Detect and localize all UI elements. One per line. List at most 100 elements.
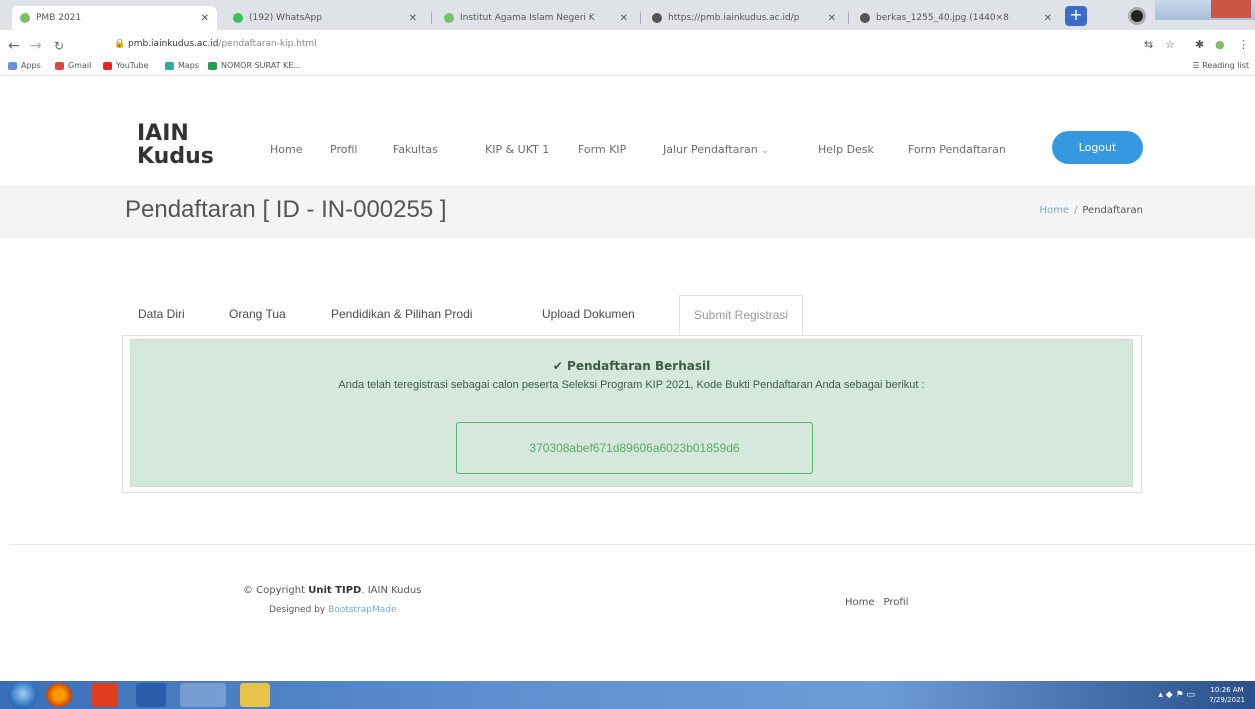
tab-upload-dokumen[interactable]: Upload Dokumen [542,295,635,335]
footer-designed-by: Designed by BootstrapMade [269,605,397,615]
check-icon: ✔ [552,359,563,373]
page-title: Pendaftaran [ ID - IN-000255 ] [125,196,447,223]
nav-help-desk[interactable]: Help Desk [818,143,874,156]
lock-icon: 🔒 [114,39,126,49]
reload-icon[interactable]: ↻ [54,39,64,53]
tab-submit-registrasi[interactable]: Submit Registrasi [679,295,804,335]
sheets-icon [208,61,217,70]
word-icon[interactable] [136,683,166,707]
whatsapp-icon [233,13,243,23]
bookmark-gmail[interactable]: Gmail [55,61,91,70]
bookmark-label: NOMOR SURAT KE... [221,61,301,70]
browser-tab-pmb[interactable]: PMB 2021 ✕ [12,6,217,30]
breadcrumb-home[interactable]: Home [1039,205,1069,216]
bookmark-youtube[interactable]: YouTube [103,61,149,70]
folder-icon[interactable] [240,683,270,707]
close-icon[interactable]: ✕ [201,13,209,24]
breadcrumb-separator: / [1074,205,1078,216]
tab-pendidikan[interactable]: Pendidikan & Pilihan Prodi [331,295,472,335]
tab-favicon-icon [444,13,454,23]
browser-tab-berkas[interactable]: berkas_1255_40.jpg (1440×8 ✕ [852,6,1060,30]
browser-tab-whatsapp[interactable]: (192) WhatsApp ✕ [225,6,425,30]
nav-fakultas[interactable]: Fakultas [393,143,438,156]
forward-arrow-icon[interactable]: → [30,38,42,54]
window-close-button[interactable] [1211,0,1251,18]
extensions-icon[interactable]: ✱ [1195,38,1204,51]
registration-tabs: Data Diri Orang Tua Pendidikan & Pilihan… [122,295,1142,335]
footer-nav-home[interactable]: Home [845,597,875,608]
record-icon[interactable] [1128,7,1146,25]
reading-list-label: Reading list [1202,61,1249,70]
registration-code: 370308abef671d89606a6023b01859d6 [456,422,813,474]
globe-icon [860,13,870,23]
browser-tab-title: berkas_1255_40.jpg (1440×8 [876,13,1009,23]
tab-divider [431,12,432,24]
tab-divider [640,12,641,24]
menu-dots-icon[interactable]: ⋮ [1238,38,1249,51]
star-icon[interactable]: ☆ [1165,38,1175,51]
tab-data-diri[interactable]: Data Diri [138,295,185,335]
browser-tab-strip: PMB 2021 ✕ (192) WhatsApp ✕ Institut Aga… [0,0,1255,30]
success-message: Anda telah teregistrasi sebagai calon pe… [338,379,925,391]
nav-jalur-pendaftaran[interactable]: Jalur Pendaftaran ⌄ [663,143,769,156]
back-arrow-icon[interactable]: ← [8,38,20,54]
browser-tab-title: PMB 2021 [36,13,82,23]
bookmark-label: YouTube [116,61,149,70]
bookmark-apps[interactable]: Apps [8,61,41,70]
url-host: pmb.iainkudus.ac.id [128,39,219,49]
window-controls[interactable] [1155,0,1255,20]
browser-tab-title: (192) WhatsApp [249,13,322,23]
browser-tab-pmb-url[interactable]: https://pmb.iainkudus.ac.id/p ✕ [644,6,844,30]
bookmark-maps[interactable]: Maps [165,61,199,70]
nav-form-pendaftaran[interactable]: Form Pendaftaran [908,143,1006,156]
close-icon[interactable]: ✕ [409,13,417,24]
nav-form-kip[interactable]: Form KIP [578,143,626,156]
copyright-unit: Unit TIPD [308,585,362,596]
logo-line-2: Kudus [137,144,214,169]
translate-icon[interactable]: ⇆ [1144,38,1153,51]
windows-taskbar: ▴ ◆ ⚑ ▭ 10:26 AM 7/29/2021 [0,681,1255,709]
browser-tab-title: https://pmb.iainkudus.ac.id/p [668,13,800,23]
chevron-down-icon: ⌄ [761,146,769,156]
nav-profil[interactable]: Profil [330,143,357,156]
breadcrumb-current: Pendaftaran [1082,205,1143,216]
maps-pin-icon [165,61,174,70]
bootstrapmade-link[interactable]: BootstrapMade [328,605,396,615]
chrome-icon[interactable] [180,683,226,707]
bookmark-label: Maps [178,61,200,70]
footer-divider [10,544,1255,545]
clock-time: 10:26 AM [1210,686,1244,694]
start-button[interactable] [8,681,38,709]
apps-grid-icon [8,61,17,70]
footer-copyright: © Copyright Unit TIPD. IAIN Kudus [243,585,421,596]
close-icon[interactable]: ✕ [620,13,628,24]
success-title-text: Pendaftaran Berhasil [567,359,711,373]
bookmarks-bar: Apps Gmail YouTube Maps NOMOR SURAT KE..… [0,58,1255,76]
youtube-icon [103,61,112,70]
globe-icon [652,13,662,23]
reading-list-button[interactable]: ☰ Reading list [1193,61,1249,70]
success-title: ✔ Pendaftaran Berhasil [131,359,1132,373]
foxit-reader-icon[interactable] [92,683,118,707]
browser-tab-institut[interactable]: Institut Agama Islam Negeri K ✕ [436,6,636,30]
copyright-suffix: . IAIN Kudus [361,585,422,596]
footer-nav: Home Profil [845,597,917,608]
logout-button[interactable]: Logout [1052,131,1143,164]
address-bar[interactable]: pmb.iainkudus.ac.id/pendaftaran-kip.html [128,39,317,49]
taskbar-clock[interactable]: 10:26 AM 7/29/2021 [1209,685,1245,705]
site-logo[interactable]: IAIN Kudus [137,122,214,168]
logo-line-1: IAIN [137,121,189,146]
footer-nav-profil[interactable]: Profil [884,597,909,608]
nav-kip-ukt[interactable]: KIP & UKT 1 [485,143,549,156]
close-icon[interactable]: ✕ [828,13,836,24]
profile-icon[interactable]: ● [1215,38,1225,51]
nav-jalur-label: Jalur Pendaftaran [663,143,758,156]
system-tray[interactable]: ▴ ◆ ⚑ ▭ [1158,690,1195,700]
bookmark-nomor-surat[interactable]: NOMOR SURAT KE... [208,61,301,70]
firefox-icon[interactable] [46,683,72,707]
close-icon[interactable]: ✕ [1044,13,1052,24]
tab-orang-tua[interactable]: Orang Tua [229,295,286,335]
designed-prefix: Designed by [269,605,326,615]
new-tab-button[interactable]: + [1065,6,1087,26]
nav-home[interactable]: Home [270,143,302,156]
